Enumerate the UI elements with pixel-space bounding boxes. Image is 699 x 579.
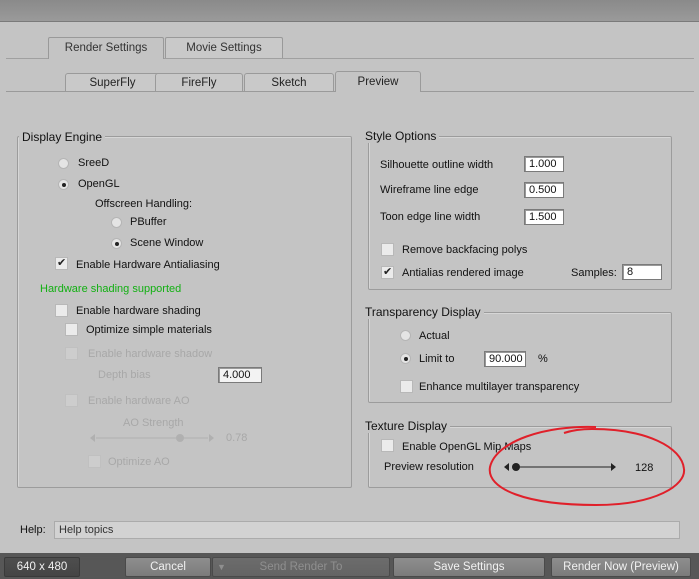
actual-radio[interactable] — [400, 330, 411, 341]
transparency-title: Transparency Display — [362, 305, 484, 319]
slider-right-arrow-icon — [209, 434, 214, 442]
hw-shading-checkbox[interactable] — [55, 304, 68, 317]
help-box: Help topics — [54, 521, 680, 539]
annotation-circle — [488, 425, 686, 507]
scene-window-radio[interactable] — [111, 238, 122, 249]
hw-supported-status: Hardware shading supported — [40, 283, 182, 295]
ao-strength-label: AO Strength — [123, 417, 184, 429]
silhouette-field[interactable]: 1.000 — [524, 156, 564, 172]
silhouette-label: Silhouette outline width — [380, 159, 494, 171]
ao-strength-slider — [90, 434, 214, 442]
tab-sketch[interactable]: Sketch — [244, 73, 334, 92]
hw-ao-label: Enable hardware AO — [88, 395, 190, 407]
depth-bias-label: Depth bias — [98, 369, 151, 381]
antialias-checkbox[interactable] — [381, 265, 394, 279]
hw-antialias-label: Enable Hardware Antialiasing — [76, 259, 220, 271]
tab-firefly[interactable]: FireFly — [155, 73, 243, 92]
render-now-button[interactable]: Render Now (Preview) — [551, 557, 691, 577]
actual-label: Actual — [419, 330, 450, 342]
texture-title: Texture Display — [362, 419, 451, 433]
pbuffer-radio[interactable] — [111, 217, 122, 228]
send-render-to-label: Send Render To — [259, 561, 343, 573]
sreed-radio[interactable] — [58, 158, 69, 169]
tab-preview[interactable]: Preview — [335, 71, 421, 92]
save-settings-button[interactable]: Save Settings — [393, 557, 545, 577]
wireframe-field[interactable]: 0.500 — [524, 182, 564, 198]
sreed-label: SreeD — [78, 157, 110, 169]
optimize-ao-checkbox — [88, 455, 101, 468]
pbuffer-label: PBuffer — [130, 216, 167, 228]
enhance-checkbox[interactable] — [400, 380, 413, 393]
percent-label: % — [538, 353, 548, 365]
style-options-title: Style Options — [362, 129, 440, 143]
scene-window-label: Scene Window — [130, 237, 204, 249]
help-label: Help: — [20, 524, 46, 536]
optimize-ao-label: Optimize AO — [108, 456, 170, 468]
toon-label: Toon edge line width — [380, 211, 481, 223]
title-bar — [0, 0, 699, 22]
wireframe-label: Wireframe line edge — [380, 184, 479, 196]
limit-to-radio[interactable] — [400, 353, 411, 364]
render-size-button[interactable]: 640 x 480 — [4, 557, 80, 577]
optimize-simple-checkbox[interactable] — [65, 323, 78, 336]
render-settings-dialog: Render Settings Movie Settings SuperFly … — [0, 0, 699, 579]
slider-left-arrow-icon — [90, 434, 95, 442]
remove-backfacing-label: Remove backfacing polys — [402, 244, 528, 256]
hw-shadow-checkbox — [65, 347, 78, 360]
slider-thumb-icon — [176, 434, 184, 442]
optimize-simple-label: Optimize simple materials — [86, 324, 212, 336]
tab-superfly[interactable]: SuperFly — [65, 73, 160, 92]
dropdown-arrow-icon: ▼ — [217, 562, 226, 572]
limit-to-label: Limit to — [419, 353, 455, 365]
toon-field[interactable]: 1.500 — [524, 209, 564, 225]
antialias-label: Antialias rendered image — [402, 267, 524, 279]
offscreen-handling-label: Offscreen Handling: — [95, 198, 193, 210]
preview-res-label: Preview resolution — [384, 461, 474, 473]
remove-backfacing-checkbox[interactable] — [381, 243, 394, 256]
hw-shadow-label: Enable hardware shadow — [88, 348, 213, 360]
samples-field[interactable]: 8 — [622, 264, 662, 280]
help-row: Help: Help topics — [8, 518, 692, 544]
opengl-label: OpenGL — [78, 178, 120, 190]
depth-bias-field: 4.000 — [218, 367, 262, 383]
hw-shading-label: Enable hardware shading — [76, 305, 201, 317]
hw-antialias-checkbox[interactable] — [55, 256, 68, 270]
ao-strength-value: 0.78 — [226, 432, 248, 444]
tab-movie-settings[interactable]: Movie Settings — [165, 37, 283, 59]
tab-render-settings[interactable]: Render Settings — [48, 37, 164, 59]
opengl-radio[interactable] — [58, 179, 69, 190]
mip-maps-checkbox[interactable] — [381, 439, 394, 452]
limit-to-field[interactable]: 90.000 — [484, 351, 526, 367]
enhance-label: Enhance multilayer transparency — [419, 381, 580, 393]
send-render-to-button: ▼ Send Render To — [212, 557, 390, 577]
samples-label: Samples: — [571, 267, 617, 279]
display-engine-title: Display Engine — [19, 130, 106, 144]
hw-ao-checkbox — [65, 394, 78, 407]
cancel-button[interactable]: Cancel — [125, 557, 211, 577]
